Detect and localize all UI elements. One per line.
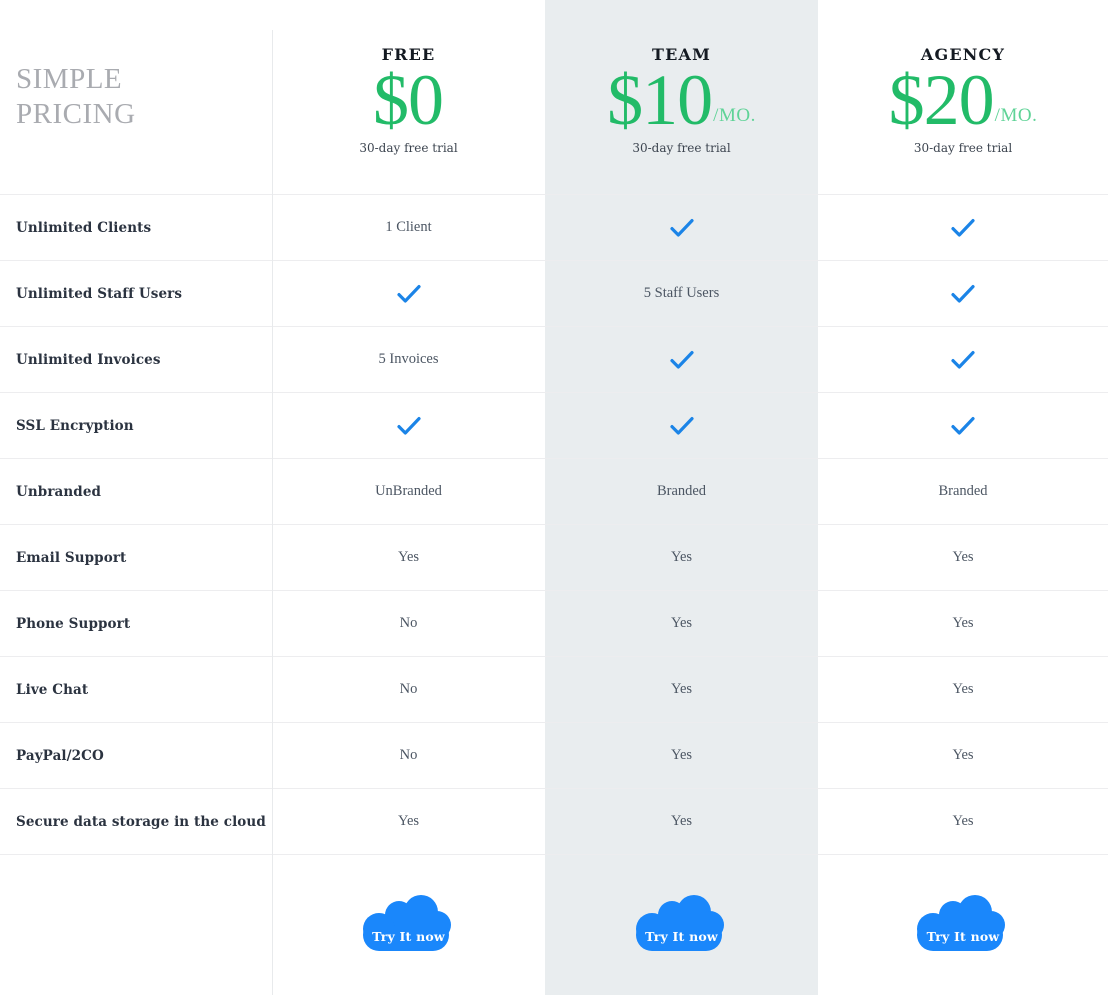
table-row: PayPal/2CO No Yes Yes <box>0 723 1108 789</box>
feature-label: Unlimited Clients <box>16 219 152 236</box>
plan-trial-team: 30-day free trial <box>632 140 731 155</box>
check-icon <box>669 215 695 241</box>
feature-label: Unlimited Staff Users <box>16 285 183 302</box>
brand-block: SIMPLE PRICING <box>0 0 272 194</box>
plan-price-line-agency: $20 /MO. <box>888 60 1038 141</box>
table-row: Unbranded UnBranded Branded Branded <box>0 459 1108 525</box>
cloud-shape-icon <box>635 894 724 951</box>
feature-value-agency: Yes <box>952 747 974 763</box>
plan-price-agency: $20 <box>888 60 995 141</box>
feature-value-free: No <box>399 615 418 631</box>
try-it-now-button-free[interactable]: Try It now <box>359 894 459 957</box>
feature-value-team <box>545 327 818 392</box>
feature-value-free <box>272 261 545 326</box>
feature-label: Live Chat <box>16 681 89 698</box>
feature-label: SSL Encryption <box>16 417 134 434</box>
cloud-shape-icon <box>917 894 1005 951</box>
plan-period-team: /MO. <box>713 104 756 126</box>
check-icon <box>396 413 422 439</box>
feature-value-team: 5 Staff Users <box>643 285 720 301</box>
table-row: Phone Support No Yes Yes <box>0 591 1108 657</box>
feature-value-team <box>545 393 818 458</box>
pricing-table: SIMPLE PRICING FREE $0 30-day free trial… <box>0 0 1108 995</box>
cloud-shape-icon <box>362 894 451 951</box>
feature-value-free: Yes <box>397 813 420 829</box>
plans-header-row: SIMPLE PRICING FREE $0 30-day free trial… <box>0 0 1108 195</box>
table-row: SSL Encryption <box>0 393 1108 459</box>
feature-value-agency: Yes <box>952 813 974 829</box>
table-row: Unlimited Staff Users 5 Staff Users <box>0 261 1108 327</box>
table-row: Secure data storage in the cloud Yes Yes Ye… <box>0 789 1108 855</box>
feature-label: Unlimited Invoices <box>16 351 161 368</box>
pricing-grid: SIMPLE PRICING FREE $0 30-day free trial… <box>0 0 1108 996</box>
feature-value-free: No <box>399 747 418 763</box>
column-divider-1 <box>272 30 273 995</box>
plan-trial-agency: 30-day free trial <box>913 140 1013 155</box>
table-row: Unlimited Invoices 5 Invoices <box>0 327 1108 393</box>
feature-value-free: 1 Client <box>385 219 432 235</box>
feature-label: Phone Support <box>16 615 131 632</box>
cta-row-spacer <box>0 855 272 996</box>
check-icon <box>950 215 976 241</box>
table-row: Email Support Yes Yes Yes <box>0 525 1108 591</box>
feature-value-team: Yes <box>670 549 693 565</box>
feature-value-agency <box>818 261 1108 326</box>
table-row: Unlimited Clients 1 Client <box>0 195 1108 261</box>
feature-value-free <box>272 393 545 458</box>
check-icon <box>669 347 695 373</box>
page-title: SIMPLE PRICING <box>16 62 136 130</box>
plan-header-agency: AGENCY $20 /MO. 30-day free trial <box>818 0 1108 194</box>
try-it-now-button-team[interactable]: Try It now <box>632 894 732 957</box>
feature-value-agency: Yes <box>952 549 974 565</box>
cta-cell-agency: Try It now <box>818 855 1108 996</box>
feature-value-agency: Branded <box>938 483 988 499</box>
check-icon <box>669 413 695 439</box>
feature-label: Unbranded <box>16 483 102 500</box>
cta-cell-free: Try It now <box>272 855 545 996</box>
plan-price-free: $0 <box>373 60 444 141</box>
check-icon <box>950 347 976 373</box>
feature-value-agency: Yes <box>952 615 974 631</box>
feature-value-team: Yes <box>670 813 693 829</box>
feature-value-free: UnBranded <box>375 483 442 499</box>
check-icon <box>950 281 976 307</box>
feature-value-team: Yes <box>670 681 693 697</box>
feature-value-free: No <box>399 681 418 697</box>
feature-value-team <box>545 195 818 260</box>
plan-price-line-team: $10 /MO. <box>607 60 756 141</box>
check-icon <box>396 281 422 307</box>
plan-header-free: FREE $0 30-day free trial <box>272 0 545 194</box>
feature-rows: Unlimited Clients 1 Client Unlimited Staff… <box>0 195 1108 855</box>
feature-label: Secure data storage in the cloud <box>16 813 266 830</box>
try-it-now-button-agency[interactable]: Try It now <box>913 894 1013 957</box>
feature-value-agency: Yes <box>952 681 974 697</box>
feature-value-agency <box>818 393 1108 458</box>
plan-trial-free: 30-day free trial <box>359 140 458 155</box>
plan-price-team: $10 <box>607 60 713 141</box>
cta-cell-team: Try It now <box>545 855 818 996</box>
feature-value-team: Yes <box>670 747 693 763</box>
feature-label: PayPal/2CO <box>16 747 104 764</box>
feature-value-free: Yes <box>397 549 420 565</box>
plan-price-line-free: $0 <box>373 60 444 141</box>
feature-value-agency <box>818 195 1108 260</box>
feature-value-team: Yes <box>670 615 693 631</box>
feature-value-team: Branded <box>656 483 707 499</box>
plan-header-team: TEAM $10 /MO. 30-day free trial <box>545 0 818 194</box>
plan-period-agency: /MO. <box>994 104 1038 126</box>
feature-value-free: 5 Invoices <box>378 351 439 367</box>
cta-row: Try It now Try It now Try It now <box>0 855 1108 996</box>
table-row: Live Chat No Yes Yes <box>0 657 1108 723</box>
check-icon <box>950 413 976 439</box>
feature-label: Email Support <box>16 549 127 566</box>
feature-value-agency <box>818 327 1108 392</box>
